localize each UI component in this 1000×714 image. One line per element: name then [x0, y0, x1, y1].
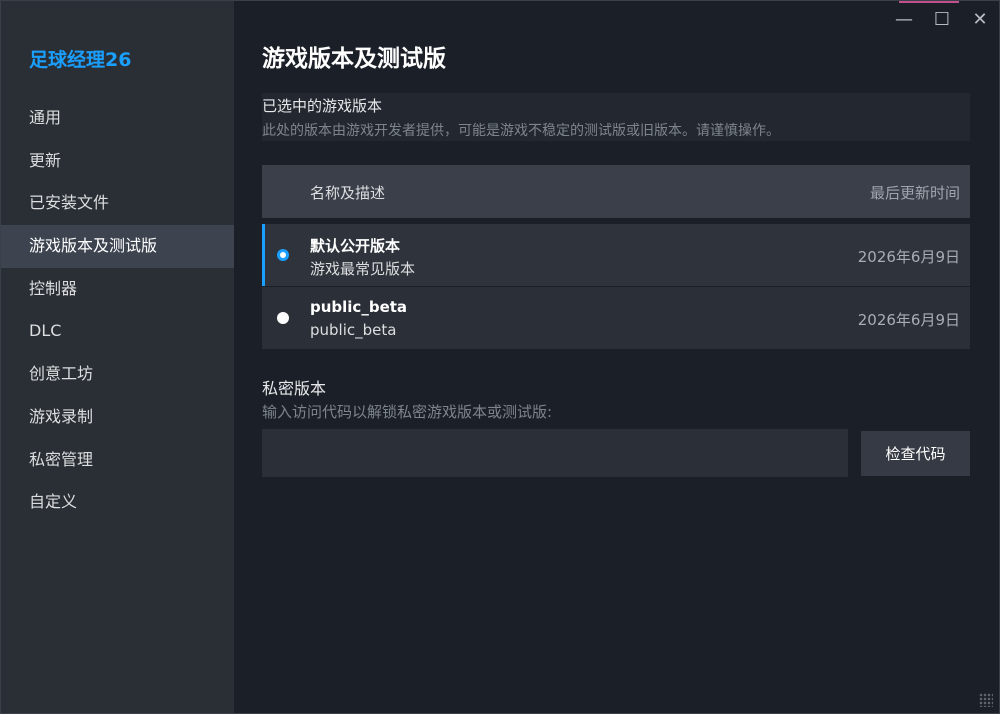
version-date: 2026年6月9日	[857, 248, 960, 266]
version-date: 2026年6月9日	[857, 311, 960, 329]
selected-version-title: 已选中的游戏版本	[262, 97, 383, 115]
sidebar-item-updates[interactable]: 更新	[1, 140, 234, 183]
sidebar: 足球经理26 通用 更新 已安装文件 游戏版本及测试版 控制器 DLC 创意工坊…	[1, 1, 234, 713]
radio-button-checked[interactable]	[277, 249, 289, 261]
page-title: 游戏版本及测试版	[262, 46, 446, 72]
access-code-input[interactable]	[262, 429, 848, 477]
sidebar-item-betas[interactable]: 游戏版本及测试版	[1, 225, 234, 268]
sidebar-item-installed-files[interactable]: 已安装文件	[1, 182, 234, 225]
column-header-date: 最后更新时间	[869, 184, 960, 202]
sidebar-item-dlc[interactable]: DLC	[1, 310, 234, 353]
version-name: public_beta	[310, 298, 408, 316]
versions-table: 名称及描述 最后更新时间 默认公开版本 游戏最常见版本 2026年6月9日 pu…	[262, 165, 970, 349]
sidebar-item-controller[interactable]: 控制器	[1, 268, 234, 311]
main-panel: 游戏版本及测试版 已选中的游戏版本 此处的版本由游戏开发者提供，可能是游戏不稳定…	[234, 1, 999, 713]
version-row-default[interactable]: 默认公开版本 游戏最常见版本 2026年6月9日	[262, 224, 970, 286]
selected-version-description: 此处的版本由游戏开发者提供，可能是游戏不稳定的测试版或旧版本。请谨慎操作。	[262, 123, 780, 139]
check-code-button[interactable]: 检查代码	[861, 431, 970, 476]
sidebar-item-privacy[interactable]: 私密管理	[1, 439, 234, 482]
selected-version-section: 已选中的游戏版本 此处的版本由游戏开发者提供，可能是游戏不稳定的测试版或旧版本。…	[262, 93, 970, 141]
column-header-name: 名称及描述	[310, 184, 386, 202]
version-name: 默认公开版本	[310, 237, 401, 255]
properties-window: 足球经理26 通用 更新 已安装文件 游戏版本及测试版 控制器 DLC 创意工坊…	[0, 0, 1000, 714]
version-row-public-beta[interactable]: public_beta public_beta 2026年6月9日	[262, 287, 970, 349]
version-description: 游戏最常见版本	[310, 260, 416, 278]
resize-grip-icon[interactable]	[979, 693, 993, 707]
sidebar-item-game-recording[interactable]: 游戏录制	[1, 396, 234, 439]
sidebar-item-workshop[interactable]: 创意工坊	[1, 353, 234, 396]
version-description: public_beta	[310, 321, 397, 339]
sidebar-nav: 通用 更新 已安装文件 游戏版本及测试版 控制器 DLC 创意工坊 游戏录制 私…	[1, 97, 234, 524]
sidebar-item-customization[interactable]: 自定义	[1, 481, 234, 524]
table-header: 名称及描述 最后更新时间	[262, 165, 970, 218]
radio-button[interactable]	[277, 312, 289, 324]
private-version-title: 私密版本	[262, 379, 327, 398]
app-title: 足球经理26	[29, 49, 132, 71]
sidebar-item-general[interactable]: 通用	[1, 97, 234, 140]
private-version-description: 输入访问代码以解锁私密游戏版本或测试版:	[262, 403, 553, 421]
